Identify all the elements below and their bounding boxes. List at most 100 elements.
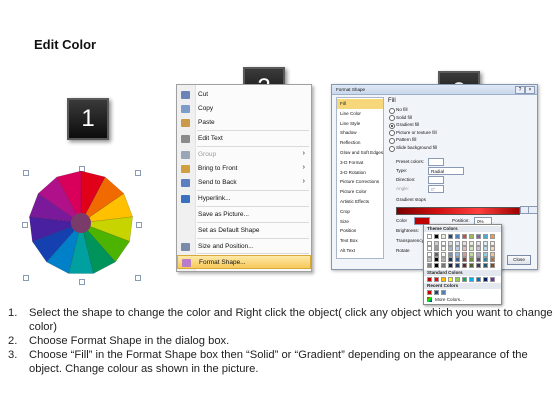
- nav-item[interactable]: Fill: [337, 99, 383, 109]
- color-swatch[interactable]: [448, 251, 453, 257]
- color-swatch[interactable]: [441, 234, 446, 239]
- color-swatch[interactable]: [476, 262, 481, 268]
- color-swatch[interactable]: [455, 257, 460, 262]
- color-swatch[interactable]: [434, 240, 439, 246]
- color-swatch[interactable]: [434, 251, 439, 257]
- color-swatch[interactable]: [483, 240, 488, 246]
- color-swatch[interactable]: [476, 234, 481, 239]
- color-swatch[interactable]: [441, 257, 446, 262]
- color-swatch[interactable]: [434, 290, 439, 295]
- nav-item[interactable]: Picture Color: [337, 187, 383, 197]
- menu-item-save-as-picture[interactable]: Save as Picture...: [177, 208, 311, 222]
- menu-item-bring-to-front[interactable]: Bring to Front ›: [177, 162, 311, 176]
- color-swatch[interactable]: [455, 251, 460, 257]
- nav-item[interactable]: Text Box: [337, 236, 383, 246]
- color-swatch[interactable]: [455, 246, 460, 251]
- fill-option-radio[interactable]: [389, 145, 395, 152]
- type-dropdown[interactable]: Radial: [428, 167, 464, 175]
- color-swatch[interactable]: [448, 262, 453, 268]
- color-swatch[interactable]: [427, 257, 432, 262]
- color-swatch[interactable]: [462, 277, 467, 282]
- color-swatch[interactable]: [490, 257, 495, 262]
- color-swatch[interactable]: [441, 277, 446, 282]
- nav-item[interactable]: Shadow: [337, 128, 383, 138]
- fill-option-radio[interactable]: [389, 115, 395, 122]
- color-swatch[interactable]: [469, 257, 474, 262]
- fill-option-radio[interactable]: [389, 107, 395, 114]
- color-swatch[interactable]: [427, 277, 432, 282]
- nav-item[interactable]: Line Style: [337, 119, 383, 129]
- fill-option-radio[interactable]: [389, 137, 395, 144]
- color-swatch[interactable]: [434, 246, 439, 251]
- direction-dropdown[interactable]: [428, 176, 444, 184]
- color-swatch[interactable]: [434, 234, 439, 239]
- nav-item[interactable]: Size: [337, 217, 383, 227]
- close-button[interactable]: Close: [507, 255, 531, 265]
- color-swatch[interactable]: [483, 257, 488, 262]
- color-swatch[interactable]: [441, 240, 446, 246]
- color-swatch[interactable]: [462, 251, 467, 257]
- color-swatch[interactable]: [448, 234, 453, 239]
- preset-colors-dropdown[interactable]: [428, 158, 444, 166]
- color-swatch[interactable]: [434, 257, 439, 262]
- color-swatch[interactable]: [483, 246, 488, 251]
- close-icon[interactable]: ×: [525, 86, 535, 94]
- fill-option-radio[interactable]: [389, 130, 395, 137]
- color-swatch[interactable]: [469, 277, 474, 282]
- color-swatch[interactable]: [448, 240, 453, 246]
- color-swatch[interactable]: [476, 277, 481, 282]
- more-colors-link[interactable]: More Colors...: [435, 297, 464, 302]
- color-swatch[interactable]: [476, 246, 481, 251]
- color-wheel-shape[interactable]: [26, 168, 136, 278]
- color-swatch[interactable]: [490, 246, 495, 251]
- color-swatch[interactable]: [469, 234, 474, 239]
- remove-stop-icon[interactable]: [528, 206, 537, 214]
- color-swatch[interactable]: [462, 257, 467, 262]
- color-swatch[interactable]: [441, 290, 446, 295]
- color-swatch[interactable]: [462, 240, 467, 246]
- color-swatch[interactable]: [434, 277, 439, 282]
- nav-item[interactable]: Position: [337, 226, 383, 236]
- color-swatch[interactable]: [441, 251, 446, 257]
- nav-item[interactable]: Glow and Soft Edges: [337, 148, 383, 158]
- color-swatch[interactable]: [434, 262, 439, 268]
- color-swatch[interactable]: [455, 240, 460, 246]
- menu-item-hyperlink[interactable]: Hyperlink...: [177, 192, 311, 206]
- color-swatch[interactable]: [490, 234, 495, 239]
- nav-item[interactable]: Line Color: [337, 109, 383, 119]
- menu-item-edit-text[interactable]: Edit Text: [177, 132, 311, 146]
- gradient-stops-bar[interactable]: [396, 207, 520, 215]
- color-swatch[interactable]: [483, 262, 488, 268]
- color-swatch[interactable]: [448, 277, 453, 282]
- menu-item-cut[interactable]: Cut: [177, 88, 311, 102]
- color-swatch[interactable]: [462, 234, 467, 239]
- nav-item[interactable]: Reflection: [337, 138, 383, 148]
- menu-item-size-and-position[interactable]: Size and Position...: [177, 240, 311, 254]
- nav-item[interactable]: Alt Text: [337, 246, 383, 256]
- selection-handle[interactable]: [136, 222, 142, 228]
- color-swatch[interactable]: [469, 240, 474, 246]
- color-swatch[interactable]: [427, 246, 432, 251]
- color-swatch[interactable]: [427, 234, 432, 239]
- color-swatch[interactable]: [469, 251, 474, 257]
- nav-item[interactable]: Crop: [337, 207, 383, 217]
- color-swatch[interactable]: [490, 277, 495, 282]
- color-swatch[interactable]: [455, 277, 460, 282]
- color-swatch[interactable]: [462, 262, 467, 268]
- color-swatch[interactable]: [448, 246, 453, 251]
- color-swatch[interactable]: [483, 251, 488, 257]
- color-swatch[interactable]: [427, 240, 432, 246]
- color-swatch[interactable]: [490, 262, 495, 268]
- color-swatch[interactable]: [441, 246, 446, 251]
- color-swatch[interactable]: [476, 240, 481, 246]
- color-swatch[interactable]: [469, 246, 474, 251]
- menu-item-group[interactable]: Group ›: [177, 148, 311, 162]
- color-swatch[interactable]: [427, 251, 432, 257]
- color-swatch[interactable]: [441, 262, 446, 268]
- color-swatch[interactable]: [448, 257, 453, 262]
- menu-item-copy[interactable]: Copy: [177, 102, 311, 116]
- menu-item-format-shape[interactable]: Format Shape...: [177, 255, 311, 269]
- nav-item[interactable]: 3-D Format: [337, 158, 383, 168]
- selection-handle[interactable]: [79, 279, 85, 285]
- color-swatch[interactable]: [462, 246, 467, 251]
